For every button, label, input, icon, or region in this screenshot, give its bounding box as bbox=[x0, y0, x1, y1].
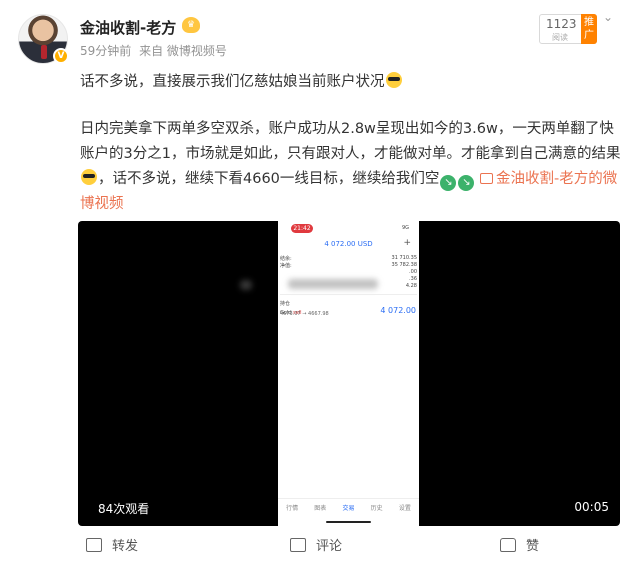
repost-button[interactable]: 转发 bbox=[86, 535, 138, 554]
promotion-tag: 推广 bbox=[581, 14, 597, 44]
phone-status-time: 21:42 bbox=[291, 224, 313, 233]
author-name[interactable]: 金油收割-老方 bbox=[80, 17, 176, 38]
phone-position-value: 4 072.00 bbox=[380, 306, 416, 315]
phone-nav-item: 设置 bbox=[398, 505, 411, 512]
action-bar: 转发 评论 赞 bbox=[0, 535, 637, 557]
paragraph-1-text: 话不多说，直接展示我们亿慈姑娘当前账户状况 bbox=[80, 74, 385, 90]
down-arrow-emoji-icon: ↘ bbox=[458, 175, 475, 191]
avatar-tie bbox=[41, 45, 47, 59]
phone-row-label: 净值: bbox=[280, 263, 292, 269]
phone-row: 结余: 31 710.35 bbox=[280, 255, 417, 262]
verified-badge-icon: V bbox=[53, 48, 69, 64]
phone-row-value: .36 bbox=[409, 276, 417, 282]
phone-positions-label: 持仓 bbox=[280, 301, 291, 307]
post-paragraph-2: 日内完美拿下两单多空双杀，账户成功从2.8w呈现出如今的3.6w，一天两单翻了快… bbox=[80, 117, 625, 217]
repost-icon bbox=[86, 537, 102, 552]
phone-status-bar: 21:42 9G bbox=[278, 221, 419, 235]
blur-artifact bbox=[288, 279, 378, 289]
post-source[interactable]: 来自 微博视频号 bbox=[139, 44, 227, 58]
promotion-sub: 阅读 bbox=[552, 33, 568, 42]
phone-divider bbox=[280, 294, 417, 295]
video-views: 84次观看 bbox=[98, 502, 150, 516]
plus-icon: + bbox=[403, 238, 411, 248]
comment-button[interactable]: 评论 bbox=[290, 535, 342, 554]
like-button[interactable]: 赞 bbox=[500, 535, 539, 554]
paragraph-2-text-a: 日内完美拿下两单多空双杀，账户成功从2.8w呈现出如今的3.6w，一天两单翻了快… bbox=[80, 121, 621, 162]
sunglasses-emoji-icon bbox=[385, 72, 402, 88]
phone-row: 净值: 35 782.38 bbox=[280, 262, 417, 269]
paragraph-2-text-b: ，话不多说，继续下看4660一线目标，继续给我们空 bbox=[98, 171, 440, 187]
phone-nav-item: 历史 bbox=[370, 505, 383, 512]
phone-position-range: 4673.07 → 4667.98 bbox=[280, 311, 329, 317]
phone-row-value: 31 710.35 bbox=[391, 255, 417, 261]
phone-status-signal: 9G bbox=[401, 225, 409, 231]
repost-label: 转发 bbox=[112, 539, 139, 554]
phone-balance: 4 072.00 USD bbox=[324, 240, 373, 248]
phone-row-value: 4.28 bbox=[405, 283, 417, 289]
blur-artifact bbox=[240, 280, 252, 290]
thumbs-up-icon bbox=[500, 537, 516, 552]
comment-icon bbox=[290, 537, 306, 552]
video-duration: 00:05 bbox=[574, 500, 609, 514]
play-icon[interactable] bbox=[330, 356, 360, 392]
phone-row-value: 35 782.38 bbox=[391, 262, 417, 268]
video-link-icon bbox=[480, 173, 494, 184]
comment-label: 评论 bbox=[316, 539, 343, 554]
post-paragraph-1: 话不多说，直接展示我们亿慈姑娘当前账户状况 bbox=[80, 70, 625, 95]
promotion-count: 1123 bbox=[546, 17, 577, 31]
video-player[interactable]: 21:42 9G 4 072.00 USD + 结余: 31 710.35 净值:… bbox=[78, 221, 620, 526]
post-meta: 59分钟前 来自 微博视频号 bbox=[80, 42, 231, 59]
vip-crown-icon: ♛ bbox=[182, 17, 200, 33]
phone-nav-item: 行情 bbox=[286, 505, 299, 512]
phone-row-value: .00 bbox=[409, 269, 417, 275]
phone-home-indicator bbox=[326, 521, 371, 523]
post-time[interactable]: 59分钟前 bbox=[80, 44, 131, 58]
like-label: 赞 bbox=[526, 539, 540, 554]
chevron-down-icon[interactable]: ⌄ bbox=[603, 10, 615, 24]
promotion-badge[interactable]: 1123 阅读 推广 bbox=[539, 14, 597, 44]
sunglasses-emoji-icon bbox=[81, 169, 97, 185]
down-arrow-emoji-icon: ↘ bbox=[440, 175, 457, 191]
